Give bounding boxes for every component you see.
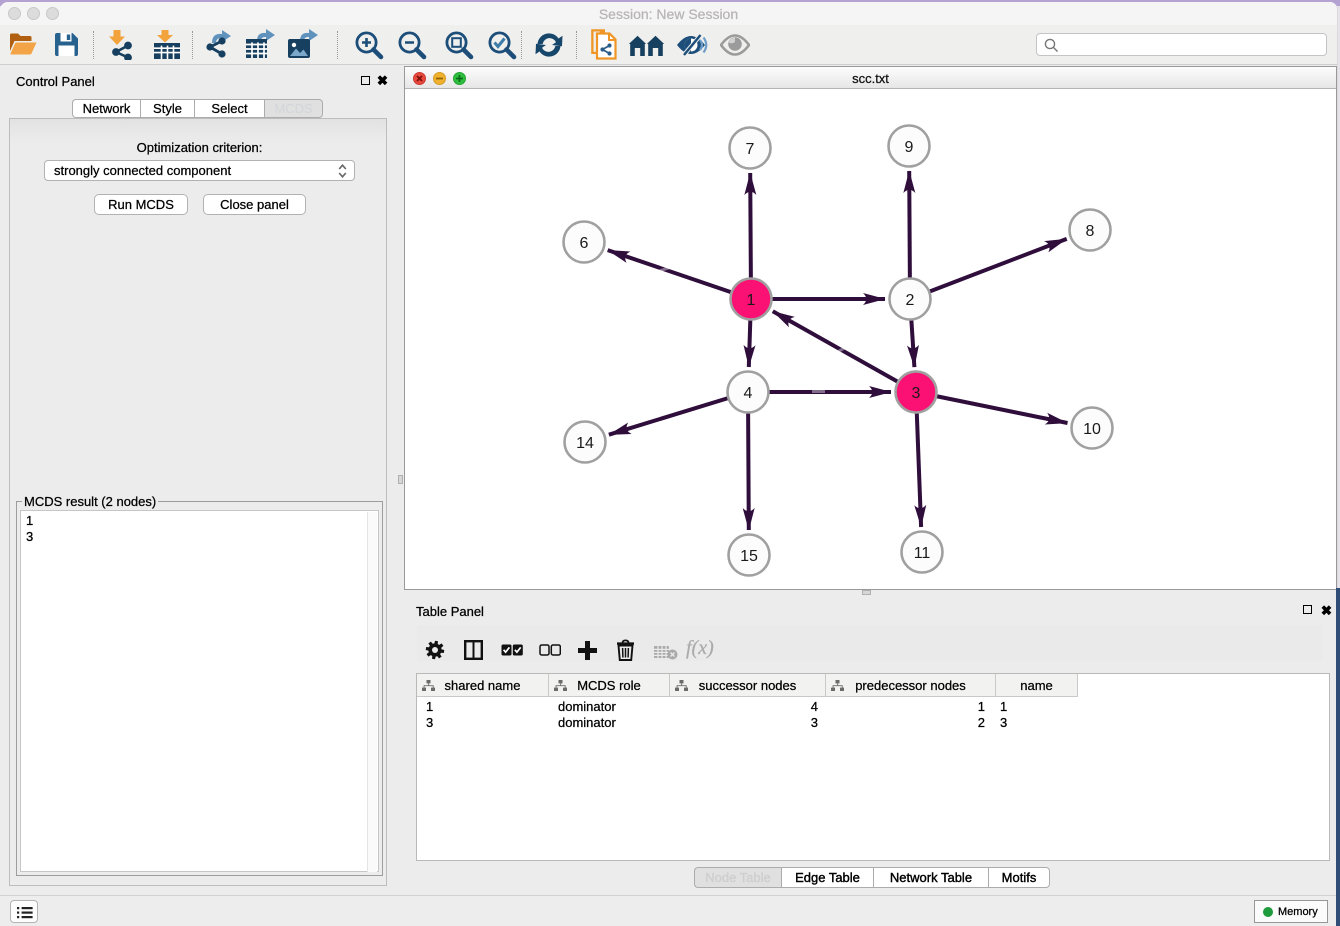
svg-text:6: 6: [580, 235, 589, 252]
svg-text:7: 7: [746, 141, 755, 158]
svg-text:9: 9: [905, 139, 914, 156]
svg-text:14: 14: [576, 435, 594, 452]
svg-text:1: 1: [747, 292, 756, 309]
svg-text:10: 10: [1083, 421, 1101, 438]
svg-text:15: 15: [740, 548, 758, 565]
svg-text:8: 8: [1086, 223, 1095, 240]
svg-text:11: 11: [914, 545, 931, 562]
svg-text:3: 3: [912, 385, 921, 402]
svg-text:2: 2: [906, 292, 915, 309]
svg-text:4: 4: [744, 385, 753, 402]
